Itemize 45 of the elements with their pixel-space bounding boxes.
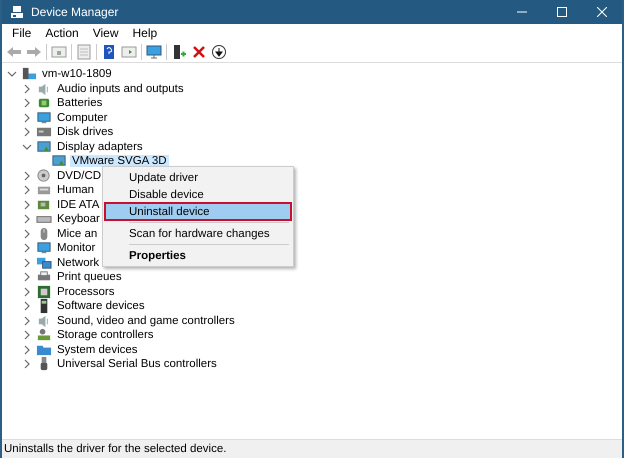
monitor-icon[interactable]	[146, 44, 162, 60]
tree-item[interactable]: Sound, video and game controllers	[55, 314, 237, 327]
tree-item[interactable]: Monitor	[55, 242, 98, 254]
tree-item[interactable]: Disk drives	[55, 126, 116, 138]
menu-item[interactable]: Disable device	[105, 186, 291, 203]
tree-item[interactable]: System devices	[55, 344, 140, 356]
help-icon[interactable]	[101, 44, 117, 60]
tree-item[interactable]: Network	[55, 256, 102, 269]
menu-item[interactable]: Scan for hardware changes	[105, 225, 291, 242]
menu-item[interactable]: Uninstall device	[105, 203, 291, 220]
tree-item[interactable]: DVD/CD	[55, 170, 104, 182]
cpu-icon	[36, 284, 52, 300]
menu-item[interactable]: Help	[126, 26, 164, 40]
status-text: Uninstalls the driver for the selected device.	[2, 440, 622, 458]
dvd-icon	[36, 168, 52, 184]
window-icon[interactable]	[121, 44, 137, 60]
tree-item[interactable]: Computer	[55, 112, 110, 124]
page-icon[interactable]	[76, 44, 92, 60]
window-icon[interactable]	[51, 44, 67, 60]
menu-item[interactable]: Properties	[105, 247, 291, 264]
tree-item[interactable]: Software devices	[55, 300, 147, 312]
window-title: Device Manager	[31, 5, 120, 19]
tree-item[interactable]: Processors	[55, 286, 117, 298]
tree-item[interactable]: Storage controllers	[55, 329, 156, 342]
tree-item[interactable]: Mice an	[55, 228, 100, 240]
menu-item[interactable]: File	[6, 26, 38, 40]
menu-item[interactable]: Action	[39, 26, 85, 40]
tree-item[interactable]: Print queues	[55, 271, 124, 284]
tree-item[interactable]: Universal Serial Bus controllers	[55, 358, 219, 370]
tree-item[interactable]: VMware SVGA 3D	[70, 155, 169, 168]
tree-item[interactable]: vm-w10-1809	[40, 68, 114, 80]
tree-item[interactable]: Audio inputs and outputs	[55, 82, 186, 95]
download-icon[interactable]	[211, 44, 227, 60]
tree-item[interactable]: Keyboar	[55, 213, 102, 226]
tree-item[interactable]: Batteries	[55, 97, 104, 110]
tree-item[interactable]: Human	[55, 184, 96, 196]
delete-icon[interactable]	[191, 44, 207, 60]
close-icon[interactable]	[597, 7, 607, 17]
tree-item[interactable]: Display adapters	[55, 140, 145, 153]
monitor-icon	[36, 110, 52, 126]
computer-icon	[10, 5, 24, 19]
menu-item[interactable]: Update driver	[105, 169, 291, 186]
maximize-icon[interactable]	[557, 7, 567, 17]
tree-item[interactable]: IDE ATA	[55, 198, 102, 211]
menu-item[interactable]: View	[86, 26, 124, 40]
